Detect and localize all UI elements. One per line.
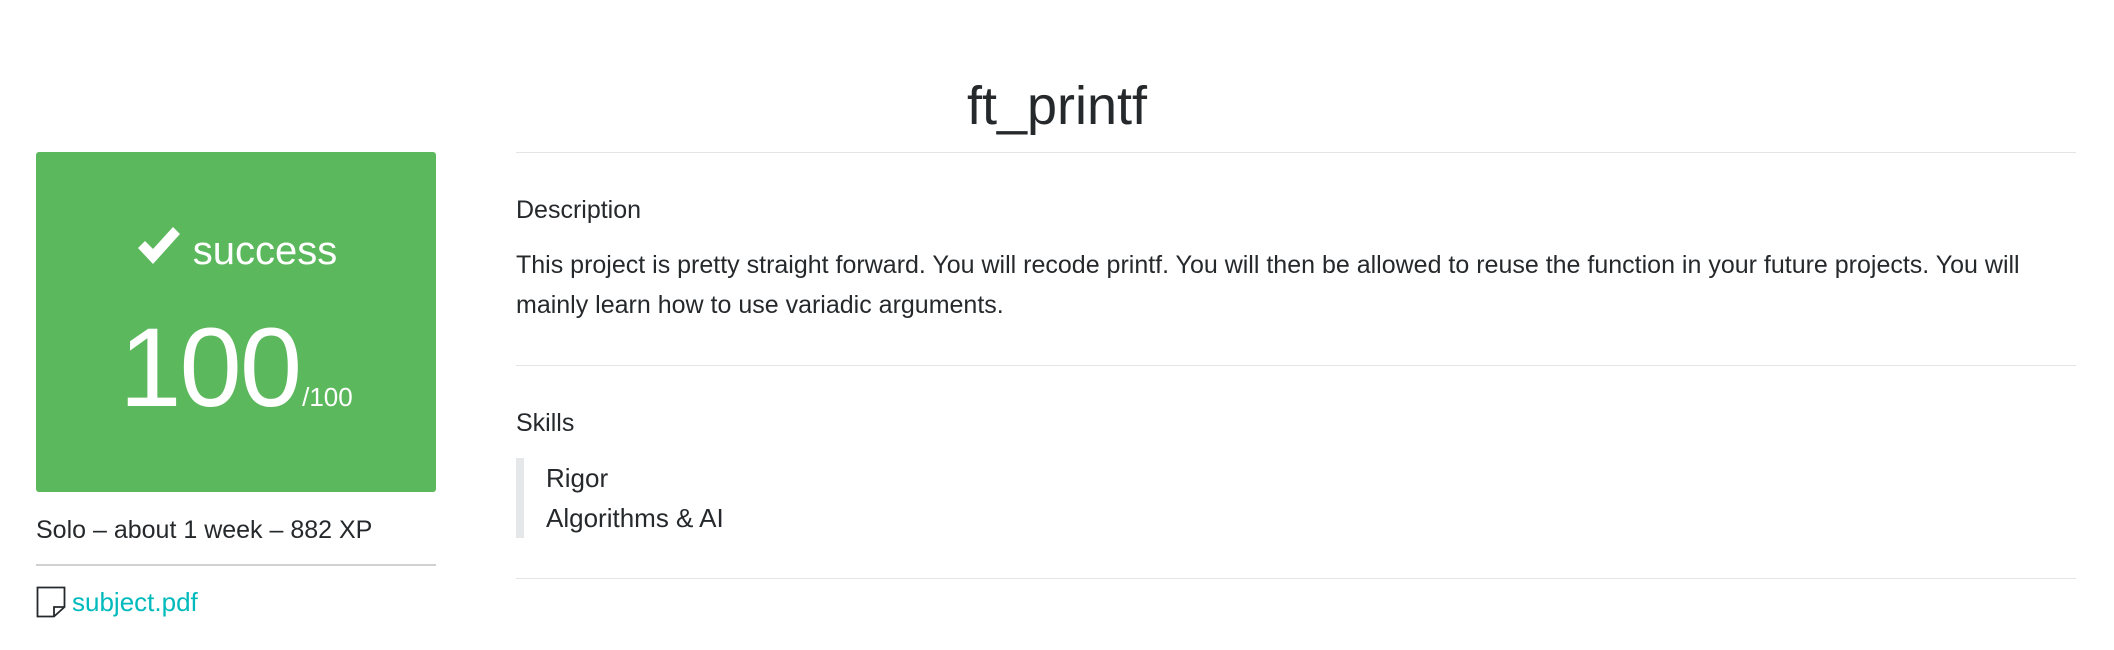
skills-section: Skills Rigor Algorithms & AI — [516, 366, 2076, 579]
project-sidebar: success 100/100 Solo – about 1 week – 88… — [36, 152, 436, 618]
skills-title: Skills — [516, 409, 575, 437]
score-max: /100 — [302, 382, 353, 412]
project-meta: Solo – about 1 week – 882 XP — [36, 514, 436, 566]
score-card: success 100/100 — [36, 152, 436, 492]
project-details: Description This project is pretty strai… — [516, 152, 2076, 579]
file-icon — [36, 586, 66, 618]
skill-item: Rigor — [546, 463, 609, 493]
page-title: ft_printf — [966, 76, 1148, 137]
skill-item: Algorithms & AI — [546, 503, 724, 533]
skills-list: Rigor Algorithms & AI — [516, 458, 2076, 538]
score-row: 100/100 — [36, 312, 436, 424]
status-row: success — [36, 224, 436, 276]
description-section: Description This project is pretty strai… — [516, 153, 2076, 366]
check-icon — [137, 227, 180, 264]
subject-pdf-label[interactable]: subject.pdf — [72, 587, 198, 618]
status-label: success — [192, 229, 338, 273]
description-text: This project is pretty straight forward.… — [516, 251, 2020, 319]
subject-pdf-link[interactable]: subject.pdf — [36, 586, 436, 618]
score-value: 100 — [119, 305, 302, 430]
description-title: Description — [516, 196, 642, 224]
